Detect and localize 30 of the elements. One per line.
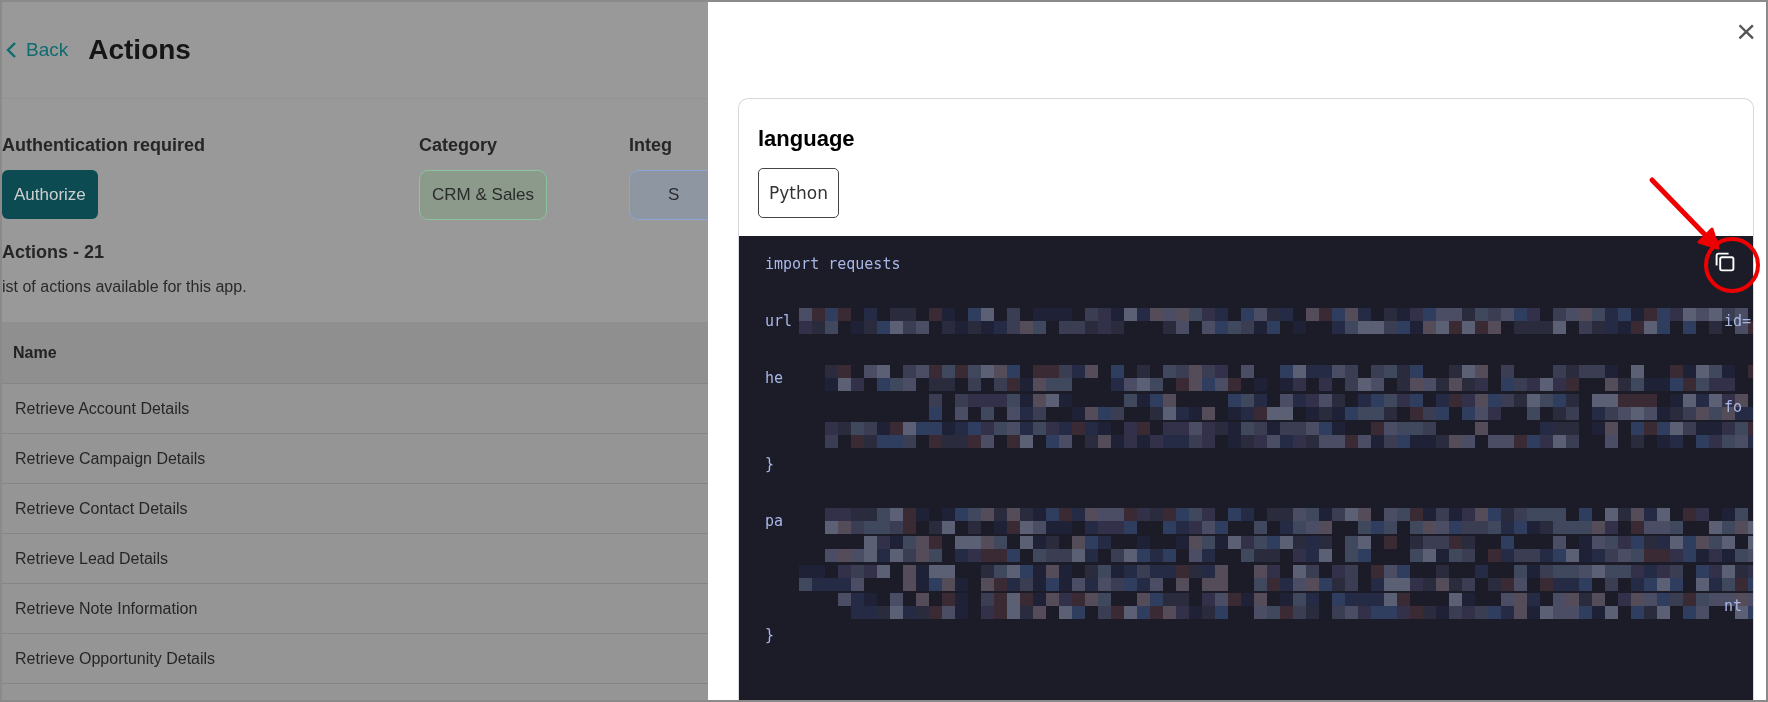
code-text: import requests: [765, 255, 901, 274]
code-text: pa: [765, 511, 784, 530]
section-heading: Authentication required: [2, 135, 205, 156]
action-name[interactable]: Retrieve Opportunity Details: [15, 649, 216, 668]
actions-heading: Actions - 21: [2, 242, 106, 263]
actions-description: ist of actions available for this app.: [2, 278, 248, 296]
code-text: }: [765, 625, 775, 644]
action-name[interactable]: Retrieve Account Details: [15, 399, 190, 418]
copy-icon: [1713, 250, 1737, 274]
integration-chip: S: [629, 170, 708, 220]
column-header: Name: [13, 343, 57, 362]
code-text: }: [765, 454, 775, 473]
code-text: he: [765, 369, 784, 388]
section-heading: Integ: [629, 135, 672, 156]
code-text: nt: [1724, 597, 1743, 616]
close-button[interactable]: ×: [1736, 14, 1756, 48]
code-text: url: [765, 312, 793, 331]
code-text: id=: [1724, 312, 1752, 331]
action-name[interactable]: Retrieve Contact Details: [15, 499, 188, 518]
card-heading: language: [758, 126, 856, 152]
category-chip: CRM & Sales: [419, 170, 548, 220]
page-title: Actions: [88, 34, 191, 66]
action-name[interactable]: Retrieve Lead Details: [15, 549, 168, 568]
code-text: fo: [1724, 397, 1743, 416]
chevron-left-icon: [6, 41, 18, 59]
section-heading: Category: [419, 135, 498, 156]
action-name[interactable]: Retrieve Campaign Details: [15, 449, 206, 468]
action-name[interactable]: Retrieve Note Information: [15, 599, 198, 618]
authorize-button[interactable]: Authorize: [2, 170, 98, 219]
language-tab[interactable]: Python: [758, 168, 839, 218]
